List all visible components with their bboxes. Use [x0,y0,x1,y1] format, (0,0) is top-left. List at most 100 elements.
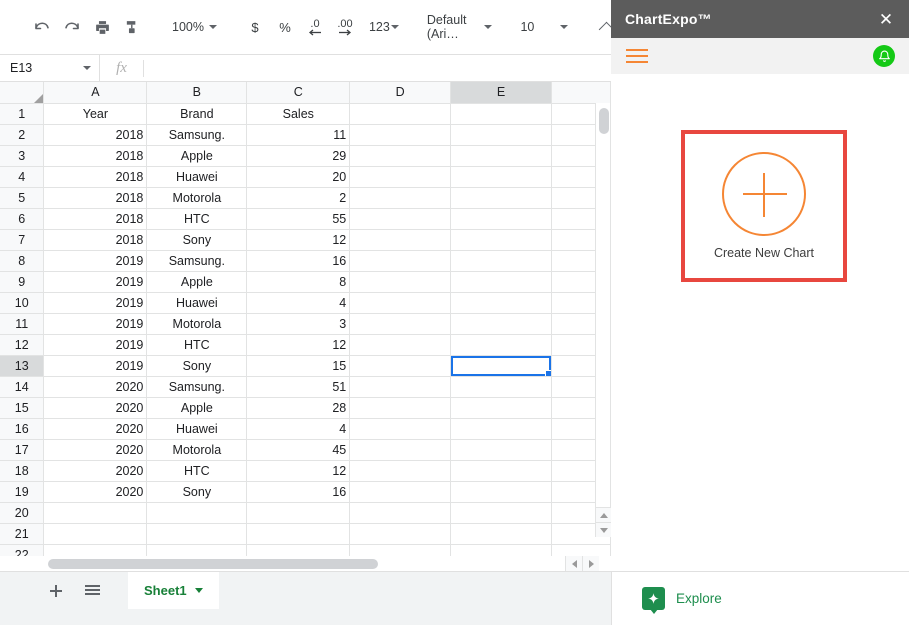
column-header-a[interactable]: A [43,82,148,104]
scroll-up-button[interactable] [596,507,611,522]
vertical-scrollbar[interactable] [595,103,611,537]
cell-C15[interactable]: 28 [246,397,351,419]
cell-D18[interactable] [349,460,452,482]
scroll-down-button[interactable] [596,522,611,537]
horizontal-scrollbar[interactable] [0,556,611,571]
cell-B16[interactable]: Huawei [146,418,248,440]
cell-B14[interactable]: Samsung. [146,376,248,398]
explore-button[interactable]: Explore [642,587,722,614]
row-header-5[interactable]: 5 [0,187,45,209]
cell-E2[interactable] [450,124,553,146]
close-icon[interactable]: ✕ [877,11,895,28]
cell-D21[interactable] [349,523,452,545]
column-header-b[interactable]: B [146,82,248,104]
cell-B3[interactable]: Apple [146,145,248,167]
cell-B8[interactable]: Samsung. [146,250,248,272]
paint-format-icon[interactable] [118,13,146,41]
cell-A14[interactable]: 2020 [43,376,148,398]
cell-D12[interactable] [349,334,452,356]
formula-input[interactable] [144,54,611,82]
cell-C18[interactable]: 12 [246,460,351,482]
column-header-d[interactable]: D [349,82,452,104]
cell-C16[interactable]: 4 [246,418,351,440]
create-new-chart-card[interactable]: Create New Chart [681,130,847,282]
cell-C10[interactable]: 4 [246,292,351,314]
row-header-21[interactable]: 21 [0,523,45,545]
cell-D2[interactable] [349,124,452,146]
cell-C13[interactable]: 15 [246,355,351,377]
cell-A12[interactable]: 2019 [43,334,148,356]
cell-A3[interactable]: 2018 [43,145,148,167]
row-header-11[interactable]: 11 [0,313,45,335]
cell-C3[interactable]: 29 [246,145,351,167]
row-header-9[interactable]: 9 [0,271,45,293]
row-header-12[interactable]: 12 [0,334,45,356]
scroll-left-button[interactable] [565,556,582,571]
cell-C8[interactable]: 16 [246,250,351,272]
cell-C6[interactable]: 55 [246,208,351,230]
cell-B5[interactable]: Motorola [146,187,248,209]
currency-format-button[interactable]: $ [241,13,269,41]
cell-B19[interactable]: Sony [146,481,248,503]
zoom-control[interactable]: 100% [168,20,221,34]
cell-E4[interactable] [450,166,553,188]
cell-B4[interactable]: Huawei [146,166,248,188]
cell-A16[interactable]: 2020 [43,418,148,440]
cell-D11[interactable] [349,313,452,335]
cell-D4[interactable] [349,166,452,188]
cell-E6[interactable] [450,208,553,230]
cell-A18[interactable]: 2020 [43,460,148,482]
cell-D6[interactable] [349,208,452,230]
cell-B2[interactable]: Samsung. [146,124,248,146]
cell-A10[interactable]: 2019 [43,292,148,314]
row-header-14[interactable]: 14 [0,376,45,398]
row-header-8[interactable]: 8 [0,250,45,272]
grid[interactable]: A B C D E 1 Year Brand Sales 2 2018 Samsung. 11… [0,82,611,566]
cell-D19[interactable] [349,481,452,503]
cell-E18[interactable] [450,460,553,482]
name-box[interactable]: E13 [0,54,100,82]
cell-D1[interactable] [349,103,452,125]
cell-E15[interactable] [450,397,553,419]
cell-A5[interactable]: 2018 [43,187,148,209]
cell-C5[interactable]: 2 [246,187,351,209]
cell-A2[interactable]: 2018 [43,124,148,146]
font-size-control[interactable]: 10 [516,20,572,34]
row-header-19[interactable]: 19 [0,481,45,503]
cell-A19[interactable]: 2020 [43,481,148,503]
row-header-4[interactable]: 4 [0,166,45,188]
cell-A13[interactable]: 2019 [43,355,148,377]
vertical-scrollbar-thumb[interactable] [599,108,609,134]
cell-D10[interactable] [349,292,452,314]
cell-D8[interactable] [349,250,452,272]
cell-E8[interactable] [450,250,553,272]
row-header-6[interactable]: 6 [0,208,45,230]
cell-A7[interactable]: 2018 [43,229,148,251]
redo-icon[interactable] [58,13,86,41]
cell-C21[interactable] [246,523,351,545]
cell-D13[interactable] [349,355,452,377]
row-header-18[interactable]: 18 [0,460,45,482]
row-header-20[interactable]: 20 [0,502,45,524]
add-sheet-button[interactable] [38,572,74,609]
cell-B21[interactable] [146,523,248,545]
cell-C11[interactable]: 3 [246,313,351,335]
chevron-down-icon[interactable] [194,588,203,593]
cell-A11[interactable]: 2019 [43,313,148,335]
cell-B9[interactable]: Apple [146,271,248,293]
cell-A21[interactable] [43,523,148,545]
cell-C20[interactable] [246,502,351,524]
cell-B1[interactable]: Brand [146,103,248,125]
sheet-tab-sheet1[interactable]: Sheet1 [128,572,219,609]
decrease-decimal-button[interactable]: .0 [301,13,329,41]
cell-B17[interactable]: Motorola [146,439,248,461]
row-header-1[interactable]: 1 [0,103,45,125]
cell-C9[interactable]: 8 [246,271,351,293]
cell-E5[interactable] [450,187,553,209]
scroll-right-button[interactable] [582,556,599,571]
row-header-13[interactable]: 13 [0,355,45,377]
cell-B13[interactable]: Sony [146,355,248,377]
cell-D14[interactable] [349,376,452,398]
column-header-e[interactable]: E [450,82,553,104]
cell-E17[interactable] [450,439,553,461]
